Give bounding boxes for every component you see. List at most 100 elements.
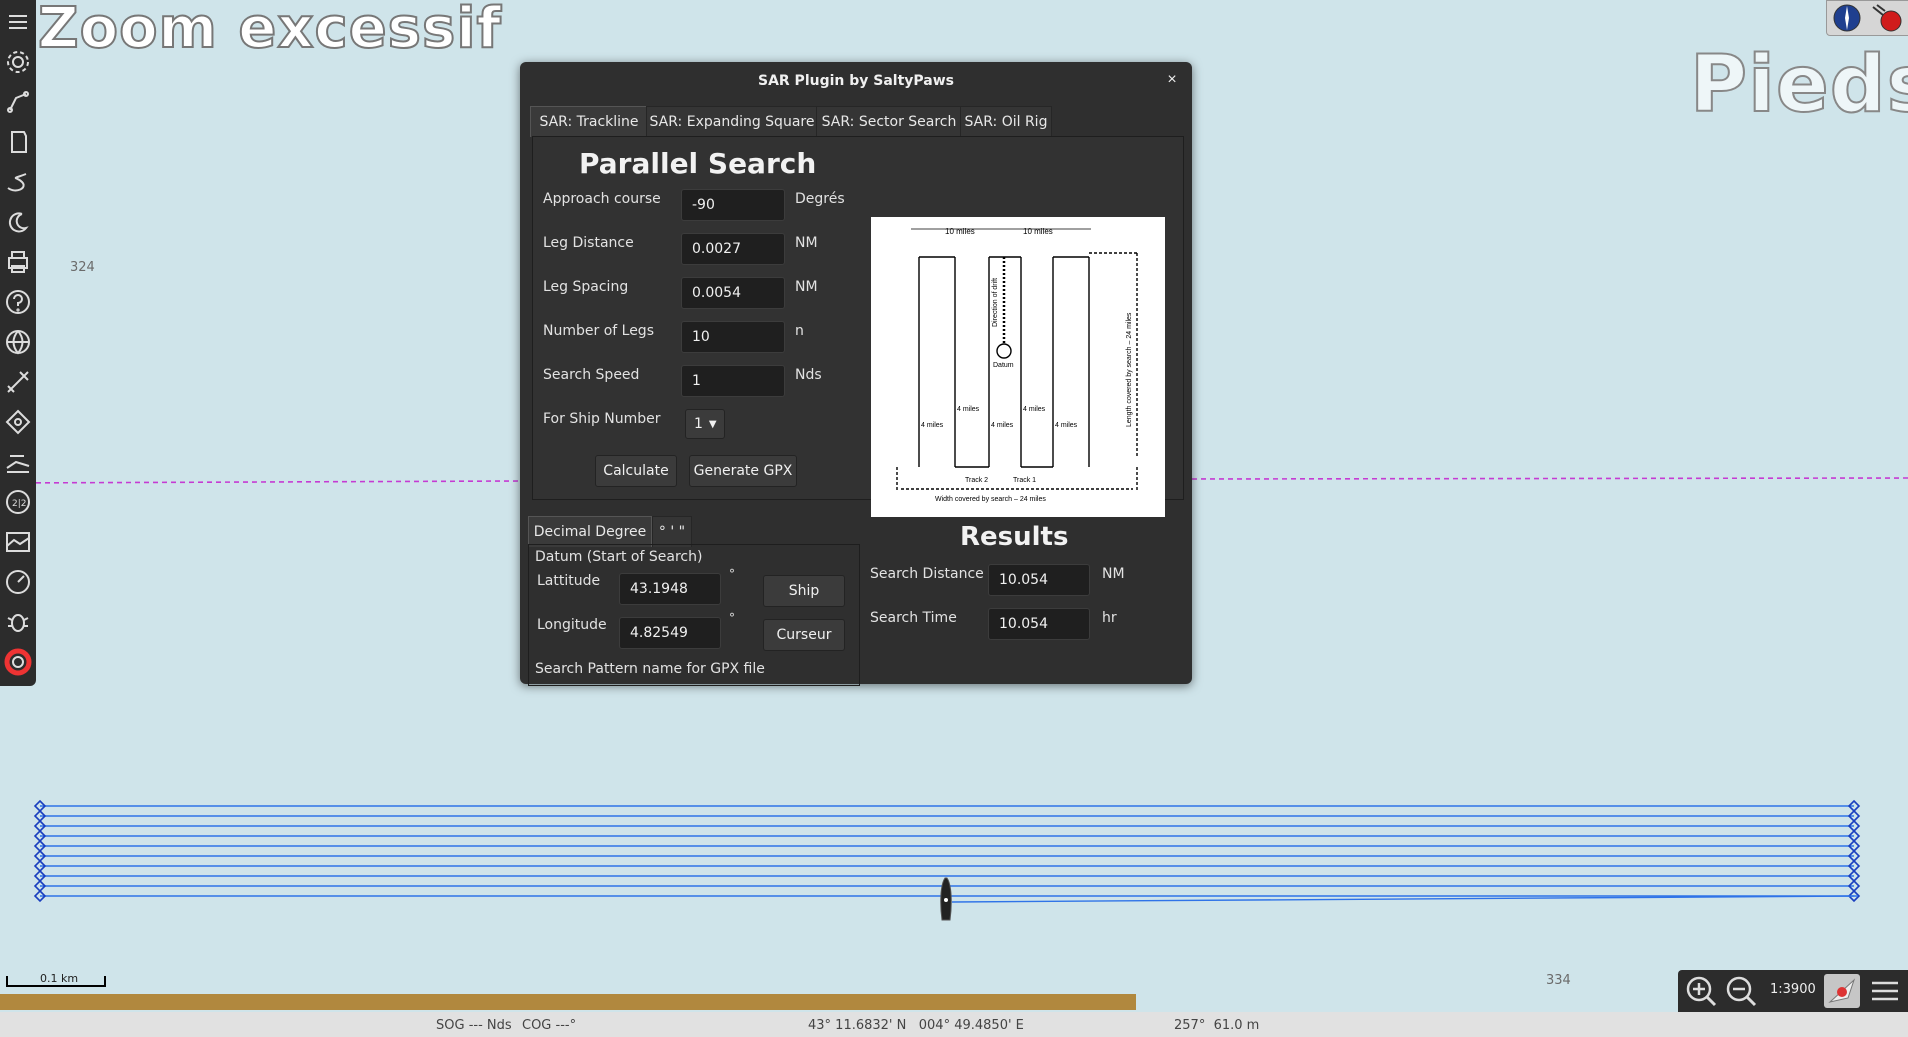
leg-distance-input[interactable]	[681, 233, 785, 265]
gps-status-icon	[1880, 10, 1902, 32]
longitude-degree-symbol: °	[729, 611, 735, 625]
approach-course-unit: Degrés	[795, 191, 845, 207]
print-icon[interactable]	[2, 246, 34, 278]
land-strip	[0, 994, 1136, 1010]
search-time-output[interactable]	[988, 608, 1090, 640]
tab-expanding-square[interactable]: SAR: Expanding Square	[646, 106, 818, 137]
tab-degree-minute-second[interactable]: ° ' "	[652, 516, 692, 547]
hamburger-menu-icon[interactable]	[1868, 976, 1902, 1006]
leg-spacing-unit: NM	[795, 279, 818, 295]
compass-widget[interactable]	[1826, 0, 1908, 36]
close-button[interactable]: ×	[1162, 70, 1182, 90]
zoom-warning: Zoom excessif	[37, 0, 502, 62]
chevron-down-icon: ▼	[708, 418, 717, 430]
globe-icon[interactable]	[2, 326, 34, 358]
diagram-label: Width covered by search – 24 miles	[935, 496, 1046, 503]
chart-icon[interactable]	[2, 446, 34, 478]
svg-text:2|2: 2|2	[12, 499, 26, 509]
lifebuoy-icon[interactable]	[2, 646, 34, 678]
diagram-label: Track 2	[965, 477, 988, 484]
leg-spacing-label: Leg Spacing	[543, 279, 629, 295]
menu-icon[interactable]	[2, 6, 34, 38]
search-speed-label: Search Speed	[543, 367, 640, 383]
latitude-degree-symbol: °	[729, 567, 735, 581]
scale-label: 0.1 km	[40, 972, 79, 985]
status-bar: SOG --- Nds COG ---° 43° 11.6832' N 004°…	[0, 1012, 1908, 1037]
cog-readout: COG ---°	[522, 1018, 577, 1033]
ship-number-value: 1	[694, 416, 703, 432]
gauge-icon[interactable]	[2, 566, 34, 598]
parallel-search-panel: Parallel Search Approach course Degrés L…	[532, 136, 1184, 517]
follow-ship-icon[interactable]	[1824, 974, 1860, 1008]
zoom-out-icon[interactable]	[1724, 974, 1758, 1008]
bug-icon[interactable]	[2, 606, 34, 638]
night-mode-icon[interactable]	[2, 206, 34, 238]
cursor-position-button[interactable]: Curseur	[763, 619, 845, 651]
search-time-label: Search Time	[870, 610, 957, 626]
approach-course-input[interactable]	[681, 189, 785, 221]
longitude-label: Longitude	[537, 617, 607, 633]
depth-label: 324	[70, 260, 95, 275]
measure-icon[interactable]	[2, 366, 34, 398]
depth-label: 334	[1546, 973, 1571, 988]
diagram-label: Track 1	[1013, 477, 1036, 484]
generate-gpx-button[interactable]: Generate GPX	[689, 455, 797, 487]
calculate-button[interactable]: Calculate	[595, 455, 677, 487]
leg-distance-unit: NM	[795, 235, 818, 251]
number-of-legs-label: Number of Legs	[543, 323, 654, 339]
zoom-in-icon[interactable]	[1684, 974, 1718, 1008]
tab-decimal-degree[interactable]: Decimal Degree	[528, 516, 652, 547]
longitude-input[interactable]	[619, 617, 721, 649]
number-of-legs-unit: n	[795, 323, 804, 339]
latitude-label: Lattitude	[537, 573, 601, 589]
pattern-name-label: Search Pattern name for GPX file	[535, 661, 765, 677]
diagram-label: 4 miles	[921, 422, 944, 429]
diagram-label: Datum	[993, 362, 1014, 369]
search-distance-label: Search Distance	[870, 566, 984, 582]
waypoint-icon[interactable]	[2, 406, 34, 438]
tab-trackline[interactable]: SAR: Trackline	[530, 106, 648, 137]
layers-icon[interactable]	[2, 126, 34, 158]
ship-icon	[940, 877, 952, 921]
leg-spacing-input[interactable]	[681, 277, 785, 309]
diagram-label: 10 miles	[1023, 227, 1053, 236]
left-toolbar: 2|2	[0, 0, 36, 686]
chart-scale: 1:3900	[1770, 982, 1816, 997]
cursor-position-readout: 43° 11.6832' N 004° 49.4850' E	[808, 1018, 1024, 1033]
search-speed-input[interactable]	[681, 365, 785, 397]
diagram-label: 4 miles	[957, 406, 980, 413]
sog-readout: SOG --- Nds	[436, 1018, 512, 1033]
diagram-label: 4 miles	[1055, 422, 1078, 429]
diagram-label: 10 miles	[945, 227, 975, 236]
dashboard-icon[interactable]: 2|2	[2, 486, 34, 518]
search-speed-unit: Nds	[795, 367, 822, 383]
ship-number-label: For Ship Number	[543, 411, 661, 427]
route-icon[interactable]	[2, 86, 34, 118]
diagram-label: 4 miles	[991, 422, 1014, 429]
units-label: Pieds	[1689, 39, 1908, 131]
sar-plugin-dialog: SAR Plugin by SaltyPaws × SAR: Trackline…	[520, 62, 1192, 686]
datum-group-label: Datum (Start of Search)	[535, 549, 703, 565]
help-icon[interactable]	[2, 286, 34, 318]
latitude-input[interactable]	[619, 573, 721, 605]
photo-icon[interactable]	[2, 526, 34, 558]
dialog-title: SAR Plugin by SaltyPaws	[757, 73, 955, 89]
tab-oil-rig[interactable]: SAR: Oil Rig	[960, 106, 1052, 137]
ship-number-select[interactable]: 1 ▼	[685, 409, 725, 439]
leg-distance-label: Leg Distance	[543, 235, 634, 251]
results-heading: Results	[960, 522, 1069, 552]
number-of-legs-input[interactable]	[681, 321, 785, 353]
diagram-label: Direction of drift	[992, 278, 999, 327]
diagram-label: 4 miles	[1023, 406, 1046, 413]
settings-icon[interactable]	[2, 46, 34, 78]
bearing-distance-readout: 257° 61.0 m	[1174, 1018, 1260, 1033]
search-distance-unit: NM	[1102, 566, 1125, 582]
parallel-search-heading: Parallel Search	[579, 147, 817, 180]
search-distance-output[interactable]	[988, 564, 1090, 596]
track-icon[interactable]	[2, 166, 34, 198]
search-time-unit: hr	[1102, 610, 1117, 626]
ship-position-button[interactable]: Ship	[763, 575, 845, 607]
parallel-search-diagram: 10 miles 10 miles Datum Direction of dri…	[871, 217, 1165, 517]
tab-sector-search[interactable]: SAR: Sector Search	[816, 106, 962, 137]
datum-group: Datum (Start of Search) Lattitude ° Ship…	[528, 544, 860, 686]
